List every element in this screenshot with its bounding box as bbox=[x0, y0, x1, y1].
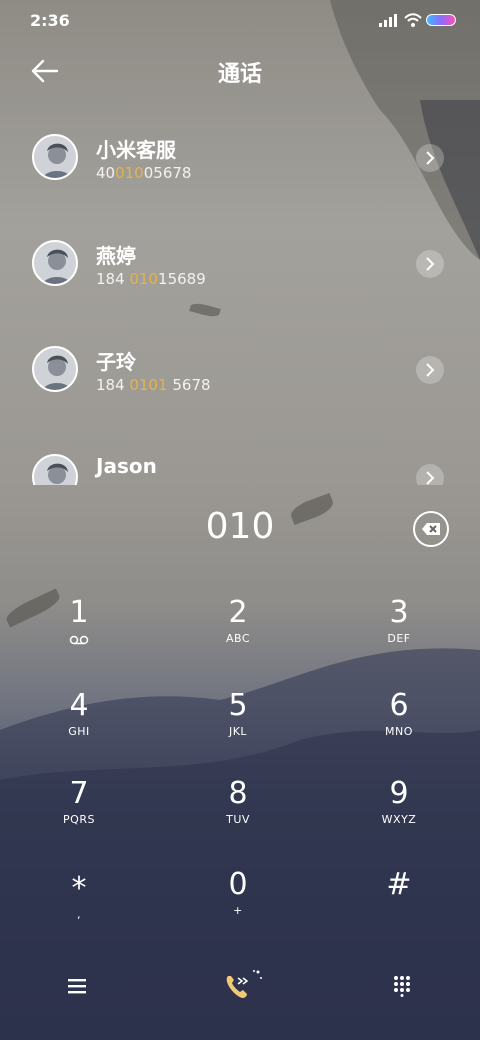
contact-item[interactable]: Jason bbox=[0, 430, 480, 485]
key-0[interactable]: 0 + bbox=[178, 868, 298, 948]
contact-detail-button[interactable] bbox=[416, 250, 444, 278]
voicemail-icon bbox=[69, 635, 89, 645]
contact-item[interactable]: 小米客服 4001005678 bbox=[0, 112, 480, 204]
contact-name: 小米客服 bbox=[96, 138, 176, 162]
backspace-icon bbox=[422, 523, 440, 535]
call-icon[interactable] bbox=[218, 968, 264, 1004]
contact-item[interactable]: 燕婷 184 01015689 bbox=[0, 218, 480, 310]
key-star[interactable]: * , bbox=[19, 872, 139, 952]
contact-detail-button[interactable] bbox=[416, 144, 444, 172]
wifi-icon bbox=[404, 13, 422, 27]
key-3[interactable]: 3 DEF bbox=[339, 596, 459, 676]
page-title: 通话 bbox=[217, 62, 262, 87]
status-bar: 2:36 bbox=[0, 0, 480, 40]
avatar bbox=[32, 454, 78, 485]
chevron-right-icon bbox=[426, 471, 435, 485]
avatar bbox=[32, 134, 78, 180]
menu-icon[interactable] bbox=[66, 976, 88, 996]
key-5[interactable]: 5 JKL bbox=[178, 689, 298, 769]
signal-icon bbox=[379, 14, 397, 27]
chevron-right-icon bbox=[426, 151, 435, 165]
key-6[interactable]: 6 MNO bbox=[339, 689, 459, 769]
key-hash[interactable]: # bbox=[339, 868, 459, 948]
chevron-right-icon bbox=[426, 257, 435, 271]
avatar bbox=[32, 346, 78, 392]
key-9[interactable]: 9 WXYZ bbox=[339, 777, 459, 857]
contact-name: 子玲 bbox=[96, 350, 136, 374]
contact-detail-button[interactable] bbox=[416, 356, 444, 384]
key-1[interactable]: 1 bbox=[19, 596, 139, 676]
backspace-button[interactable] bbox=[413, 511, 449, 547]
contact-name: 燕婷 bbox=[96, 244, 136, 268]
dialed-number: 010 bbox=[205, 506, 275, 547]
contact-number: 184 0101 5678 bbox=[96, 376, 211, 394]
dialpad-icon[interactable] bbox=[392, 975, 412, 997]
contact-name: Jason bbox=[96, 454, 157, 478]
key-2[interactable]: 2 ABC bbox=[178, 596, 298, 676]
battery-icon bbox=[426, 14, 456, 26]
key-4[interactable]: 4 GHI bbox=[19, 689, 139, 769]
key-7[interactable]: 7 PQRS bbox=[19, 777, 139, 857]
contact-item[interactable]: 子玲 184 0101 5678 bbox=[0, 324, 480, 416]
key-8[interactable]: 8 TUV bbox=[178, 777, 298, 857]
contact-number: 184 01015689 bbox=[96, 270, 206, 288]
status-time: 2:36 bbox=[30, 11, 70, 30]
contact-number: 4001005678 bbox=[96, 164, 192, 182]
avatar bbox=[32, 240, 78, 286]
chevron-right-icon bbox=[426, 363, 435, 377]
contact-detail-button[interactable] bbox=[416, 464, 444, 485]
